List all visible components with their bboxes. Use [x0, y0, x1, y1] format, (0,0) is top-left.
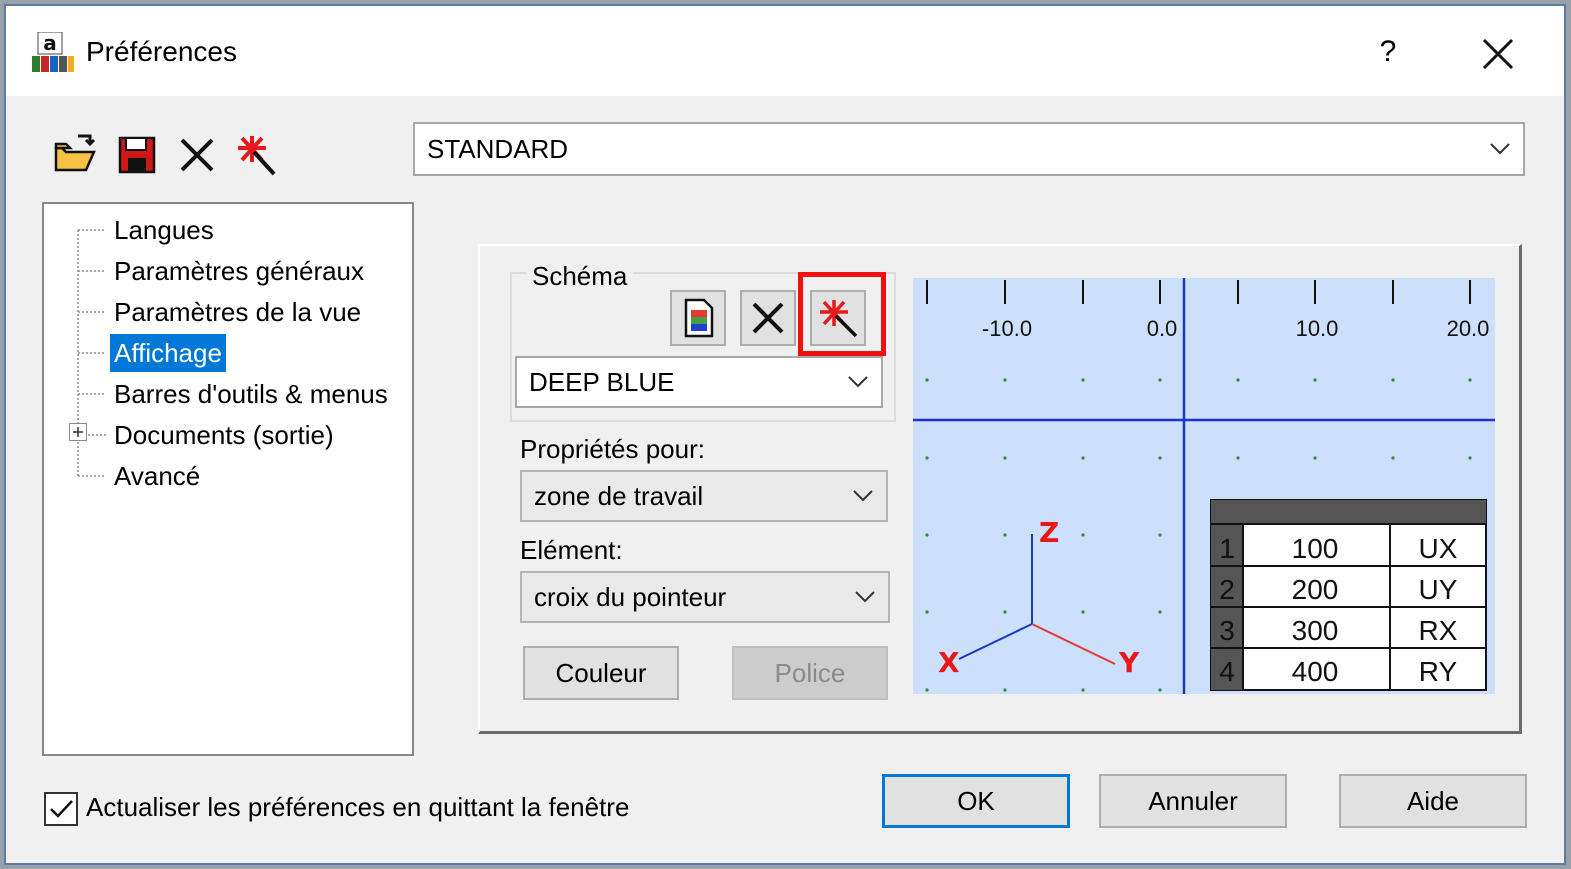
axis-y-label: Y — [1118, 646, 1140, 679]
app-icon: a — [32, 32, 74, 72]
preview-canvas: -10.0 0.0 10.0 20.0 Z X Y 1 2 3 4 100 20… — [913, 278, 1495, 694]
table-cell-value: 300 — [1292, 615, 1339, 646]
profile-select[interactable]: STANDARD — [413, 122, 1525, 176]
axis-y — [1031, 623, 1116, 665]
chevron-down-icon — [855, 591, 875, 603]
tree-item-affichage[interactable]: Affichage — [110, 334, 226, 372]
chevron-down-icon — [848, 376, 868, 388]
table-cell-dof: UY — [1419, 574, 1458, 605]
table-row-index: 4 — [1219, 656, 1235, 687]
chevron-down-icon — [853, 490, 873, 502]
table-row-index: 2 — [1219, 574, 1235, 605]
axis-x-label: X — [938, 646, 960, 679]
delete-icon[interactable] — [174, 132, 220, 178]
delete-scheme-button[interactable] — [740, 290, 796, 346]
ok-button[interactable]: OK — [882, 774, 1070, 828]
table-row-index: 1 — [1219, 533, 1235, 564]
refresh-checkbox-label[interactable]: Actualiser les préférences en quittant l… — [86, 792, 629, 823]
open-folder-icon[interactable] — [52, 132, 98, 178]
font-button[interactable]: Police — [732, 646, 888, 700]
cancel-button[interactable]: Annuler — [1099, 774, 1287, 828]
table-cell-dof: RX — [1419, 615, 1458, 646]
tree-item-avance[interactable]: Avancé — [110, 457, 204, 495]
axis-x — [958, 623, 1033, 660]
table-cell-dof: RY — [1419, 656, 1458, 687]
table-cell-value: 400 — [1292, 656, 1339, 687]
title-bar: a Préférences ? — [6, 6, 1564, 96]
properties-select-value: zone de travail — [534, 480, 704, 511]
tree-item-langues[interactable]: Langues — [110, 211, 218, 249]
table-cell-dof: UX — [1419, 533, 1458, 564]
new-scheme-button[interactable] — [670, 290, 726, 346]
tree-item-barres-outils[interactable]: Barres d'outils & menus — [110, 375, 392, 413]
preferences-dialog: a Préférences ? STANDARD Langues Paramèt… — [4, 4, 1566, 865]
help-title-button[interactable]: ? — [1368, 32, 1408, 72]
delete-scheme-icon — [752, 302, 784, 334]
axis-z-label: Z — [1039, 516, 1059, 549]
ruler-label: -10.0 — [982, 316, 1032, 341]
ruler-label: 20.0 — [1447, 316, 1490, 341]
reset-icon[interactable] — [232, 132, 278, 178]
tree-item-parametres-vue[interactable]: Paramètres de la vue — [110, 293, 365, 331]
highlight-annotation — [798, 272, 886, 356]
color-button[interactable]: Couleur — [523, 646, 679, 700]
chevron-down-icon — [1490, 143, 1510, 155]
properties-select[interactable]: zone de travail — [520, 470, 888, 522]
checkmark-icon — [50, 800, 73, 818]
new-scheme-icon — [684, 298, 714, 338]
app-icon-letter: a — [43, 32, 57, 55]
preferences-tree: Langues Paramètres généraux Paramètres d… — [42, 202, 414, 756]
expand-icon[interactable] — [69, 423, 87, 441]
element-select[interactable]: croix du pointeur — [520, 571, 890, 623]
ruler-label: 10.0 — [1296, 316, 1339, 341]
window-title: Préférences — [86, 36, 237, 67]
scheme-select[interactable]: DEEP BLUE — [515, 356, 883, 408]
tree-item-documents[interactable]: Documents (sortie) — [110, 416, 338, 454]
properties-label: Propriétés pour: — [520, 434, 705, 464]
ruler-label: 0.0 — [1147, 316, 1178, 341]
results-table: 1 2 3 4 100 200 300 400 UX UY RX RY — [1210, 499, 1487, 691]
close-icon[interactable] — [1476, 32, 1520, 76]
table-cell-value: 100 — [1292, 533, 1339, 564]
color-preview: -10.0 0.0 10.0 20.0 Z X Y 1 2 3 4 100 20… — [913, 278, 1495, 694]
save-icon[interactable] — [114, 132, 160, 178]
scheme-select-value: DEEP BLUE — [529, 366, 675, 397]
table-row-index: 3 — [1219, 615, 1235, 646]
schema-legend: Schéma — [526, 261, 634, 292]
element-select-value: croix du pointeur — [534, 581, 727, 612]
table-cell-value: 200 — [1292, 574, 1339, 605]
element-label: Elément: — [520, 535, 623, 565]
help-button[interactable]: Aide — [1339, 774, 1527, 828]
profile-select-value: STANDARD — [427, 133, 569, 164]
tree-item-parametres-generaux[interactable]: Paramètres généraux — [110, 252, 368, 290]
refresh-checkbox[interactable] — [44, 792, 78, 826]
